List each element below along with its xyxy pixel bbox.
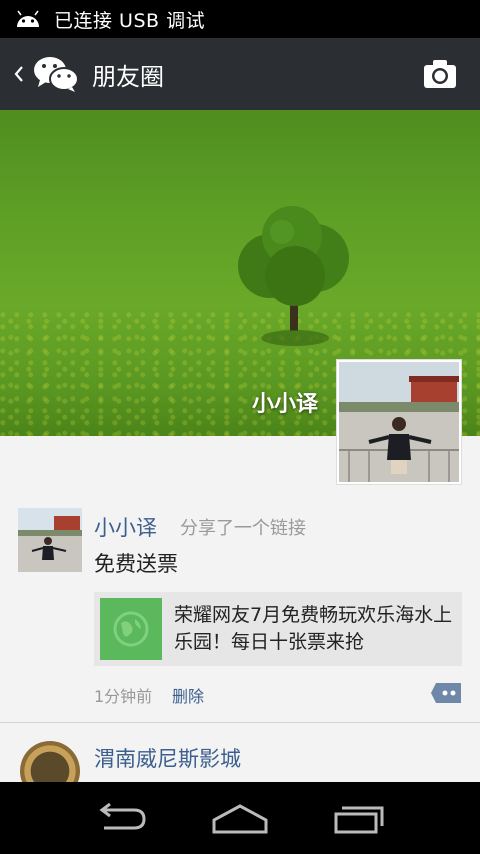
wechat-logo-icon [34,57,79,92]
comment-icon[interactable] [430,682,462,704]
system-navigation-bar [0,782,480,854]
action-bar: 朋友圈 [0,38,480,110]
avatar-photo [339,362,459,482]
post-avatar[interactable] [18,508,82,572]
page-title: 朋友圈 [92,62,164,91]
camera-icon[interactable] [422,58,458,90]
link-title: 荣耀网友7月免费畅玩欢乐海水上乐园！每日十张票来抢 [174,604,453,653]
usb-debug-status: 已连接 USB 调试 [54,9,206,32]
android-icon [17,10,39,27]
globe-icon [113,611,149,647]
shared-link-card[interactable]: 荣耀网友7月免费畅玩欢乐海水上乐园！每日十张票来抢 [94,592,462,666]
post-username[interactable]: 小小译 [94,512,157,542]
feed-post: 渭南威尼斯影城 [0,723,480,782]
back-icon[interactable] [90,800,150,836]
status-bar: 已连接 USB 调试 [0,0,480,38]
post-text: 免费送票 [94,552,178,576]
link-thumbnail [100,598,162,660]
post-avatar[interactable] [20,741,80,782]
profile-avatar[interactable] [336,359,462,485]
tree-illustration [238,206,349,346]
home-icon[interactable] [210,800,270,836]
recent-apps-icon[interactable] [330,800,390,836]
back-chevron-icon [14,66,23,82]
delete-link[interactable]: 删除 [172,683,204,707]
post-action-text: 分享了一个链接 [180,518,306,539]
post-timestamp: 1分钟前 [94,687,153,706]
post-username[interactable]: 渭南威尼斯影城 [94,743,241,773]
profile-name: 小小译 [251,392,318,417]
back-button[interactable] [0,38,32,110]
